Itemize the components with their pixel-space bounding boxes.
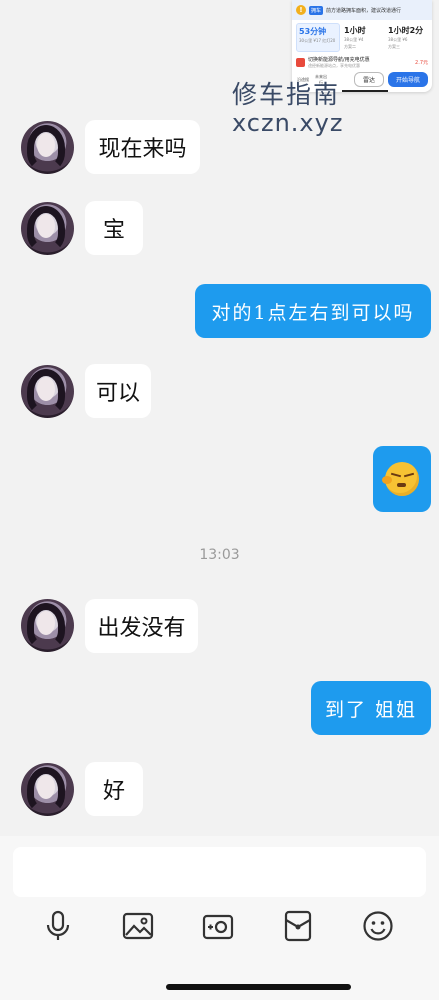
nav-route-1[interactable]: 53分钟 30公里 ¥17 红灯20 — [296, 23, 340, 52]
outgoing-message[interactable]: 到了 姐姐 — [311, 681, 431, 735]
nav-route-2[interactable]: 1小时 38公里 ¥4 方案二 — [342, 23, 384, 52]
watermark-url: xczn.xyz — [232, 109, 344, 137]
start-navigation-button[interactable]: 开始导航 — [387, 72, 428, 87]
contact-avatar[interactable] — [21, 365, 74, 418]
camera-icon[interactable] — [200, 908, 236, 944]
watermark-line — [342, 90, 388, 92]
contact-avatar[interactable] — [21, 763, 74, 816]
incoming-message[interactable]: 可以 — [85, 364, 151, 418]
charging-icon — [296, 58, 305, 67]
contact-avatar[interactable] — [21, 121, 74, 174]
sleepy-face-emoji-icon — [382, 462, 419, 496]
charging-price: 2.7元 — [415, 60, 428, 66]
nav-route-time: 53分钟 — [299, 27, 327, 36]
nav-route-time: 1小时2分 — [388, 26, 424, 35]
nav-route-sub: 38公里 ¥4 — [344, 37, 364, 42]
contact-avatar[interactable] — [21, 599, 74, 652]
warning-icon: ! — [296, 5, 306, 15]
radar-button[interactable]: 雷达 — [353, 72, 384, 87]
contact-avatar[interactable] — [21, 202, 74, 255]
nav-charging-tip[interactable]: 切换新能源导航/用充电优惠 途经新能源站点，享充电优惠 2.7元 — [292, 52, 432, 69]
nav-alert-bar: ! 拥车 前方道路拥车面积，建议改道通行 — [292, 0, 432, 20]
watermark-chinese: 修车指南 — [232, 80, 341, 109]
incoming-message[interactable]: 宝 — [85, 201, 143, 255]
message-timestamp: 13:03 — [199, 547, 240, 563]
charging-title: 切换新能源导航/用充电优惠 — [308, 57, 370, 63]
composer-toolbar — [0, 908, 439, 944]
nav-alert-text: 前方道路拥车面积，建议改道通行 — [326, 7, 402, 14]
nav-route-3[interactable]: 1小时2分 38公里 ¥6 方案三 — [386, 23, 428, 52]
watermark: 修车指南 xczn.xyz — [232, 80, 388, 137]
navigation-preview-card[interactable]: ! 拥车 前方道路拥车面积，建议改道通行 53分钟 30公里 ¥17 红灯20 … — [292, 0, 432, 92]
nav-route-plan: 方案三 — [388, 44, 400, 49]
nav-route-plan: 方案二 — [344, 44, 356, 49]
home-indicator[interactable] — [166, 984, 351, 990]
nav-route-time: 1小时 — [344, 26, 366, 35]
incoming-message[interactable]: 好 — [85, 762, 143, 816]
nav-route-options: 53分钟 30公里 ¥17 红灯20 1小时 38公里 ¥4 方案二 1小时2分… — [292, 20, 432, 52]
microphone-icon[interactable] — [40, 908, 76, 944]
charging-subtitle: 途经新能源站点，享充电优惠 — [308, 63, 360, 68]
image-icon[interactable] — [120, 908, 156, 944]
nav-route-sub: 30公里 ¥17 红灯20 — [299, 38, 336, 43]
red-envelope-icon[interactable] — [280, 908, 316, 944]
incoming-message[interactable]: 出发没有 — [85, 599, 198, 653]
incoming-message[interactable]: 现在来吗 — [85, 120, 200, 174]
message-input[interactable] — [13, 847, 426, 897]
outgoing-message[interactable]: 对的1点左右到可以吗 — [195, 284, 431, 338]
emoji-icon[interactable] — [360, 908, 396, 944]
outgoing-emoji-message[interactable] — [373, 446, 431, 512]
nav-alert-tag: 拥车 — [309, 5, 324, 15]
nav-route-sub: 38公里 ¥6 — [388, 37, 408, 42]
